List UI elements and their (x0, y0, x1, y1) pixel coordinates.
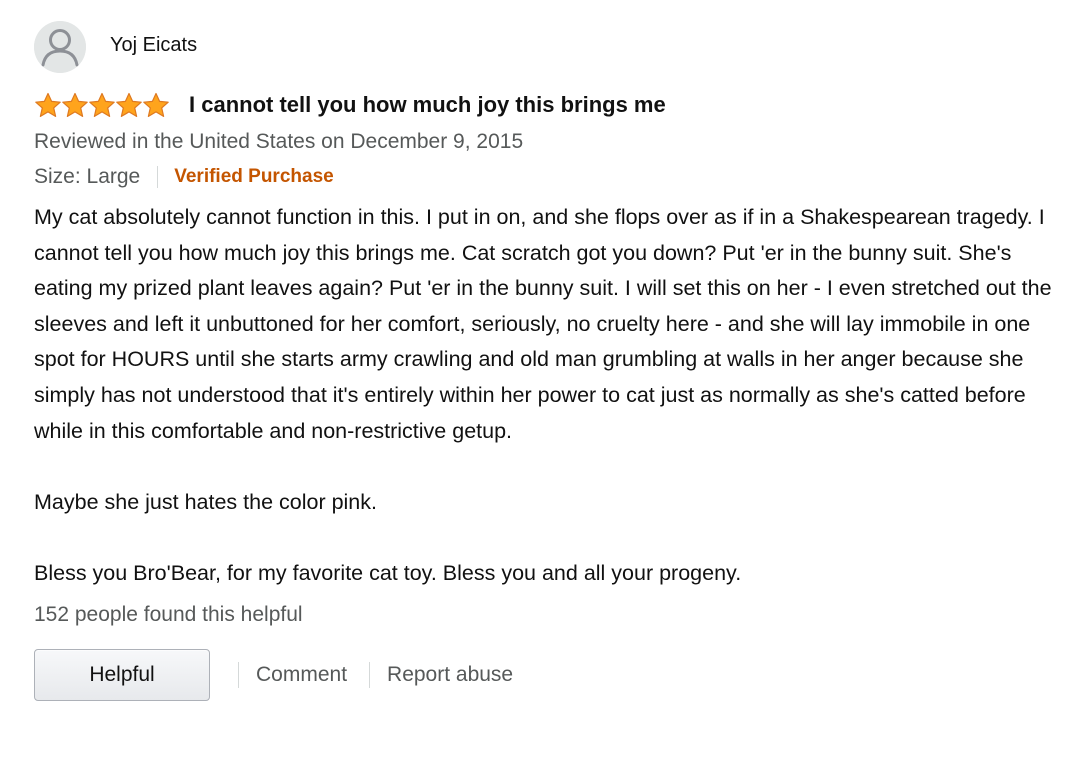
review-body: My cat absolutely cannot function in thi… (34, 200, 1074, 592)
review-title-row: I cannot tell you how much joy this brin… (34, 89, 1074, 121)
review-meta: Size: Large Verified Purchase (34, 162, 1074, 192)
star-icon (89, 92, 115, 117)
star-icon (62, 92, 88, 117)
review-title[interactable]: I cannot tell you how much joy this brin… (189, 92, 666, 118)
customer-review: Yoj Eicats I cannot tell you how much jo… (34, 20, 1074, 702)
review-paragraph: My cat absolutely cannot function in thi… (34, 205, 1052, 443)
helpful-count: 152 people found this helpful (34, 602, 303, 626)
star-rating[interactable] (34, 91, 169, 119)
review-paragraph: Maybe she just hates the color pink. (34, 489, 377, 514)
reviewer-profile[interactable]: Yoj Eicats (34, 20, 1074, 74)
helpful-button[interactable]: Helpful (34, 648, 210, 701)
review-paragraph: Bless you Bro'Bear, for my favorite cat … (34, 560, 742, 585)
report-abuse-link[interactable]: Report abuse (387, 663, 513, 687)
action-divider (238, 661, 239, 688)
review-date: Reviewed in the United States on Decembe… (34, 130, 524, 153)
review-actions: Helpful Comment Report abuse (34, 648, 1074, 702)
meta-divider (157, 166, 159, 188)
star-icon (35, 92, 61, 117)
size-label[interactable]: Size: Large (34, 165, 140, 189)
verified-purchase-badge: Verified Purchase (174, 166, 334, 187)
action-divider (369, 661, 371, 688)
user-silhouette-icon[interactable] (34, 21, 86, 73)
reviewer-name[interactable]: Yoj Eicats (110, 34, 197, 57)
star-icon (143, 92, 169, 117)
comment-link[interactable]: Comment (256, 663, 347, 687)
star-icon (116, 92, 142, 117)
